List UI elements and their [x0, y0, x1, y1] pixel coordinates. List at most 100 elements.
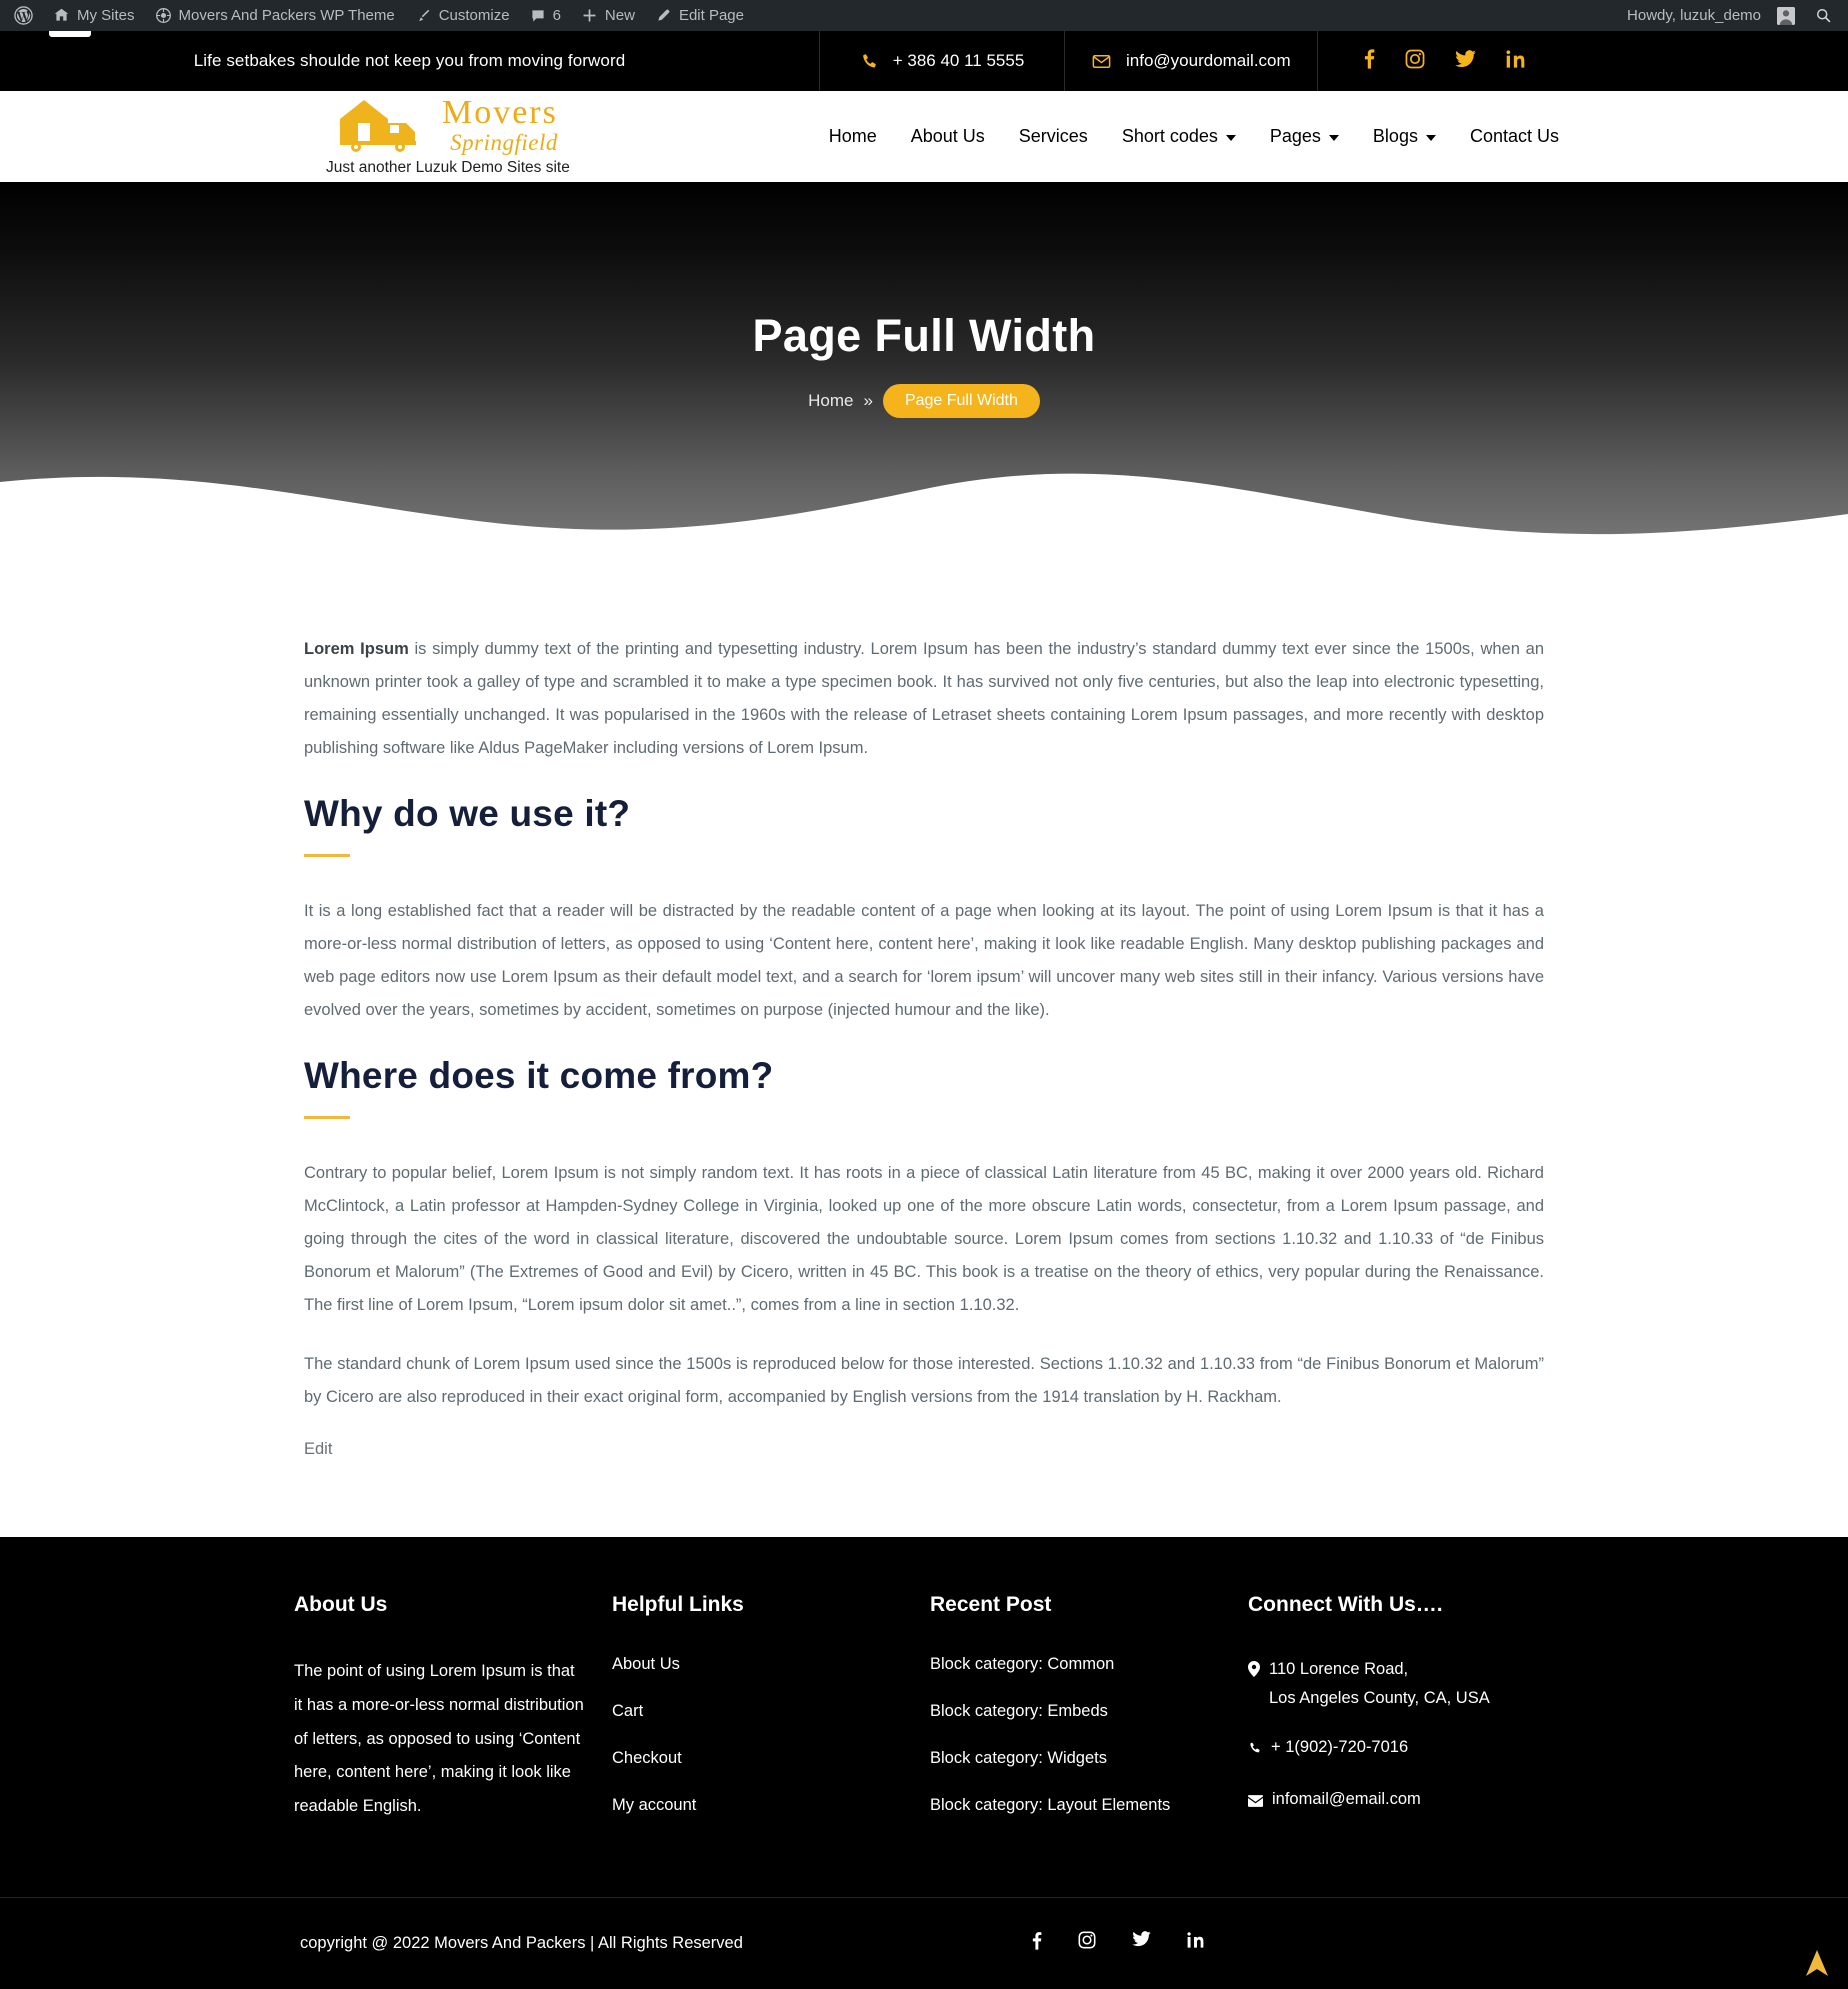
- footer-contact-block: 110 Lorence Road, Los Angeles County, CA…: [1248, 1655, 1566, 1817]
- adminbar-comments[interactable]: 6: [520, 0, 571, 31]
- footer-link-about-us[interactable]: About Us: [612, 1655, 680, 1673]
- footer-post-common[interactable]: Block category: Common: [930, 1655, 1114, 1673]
- edit-page-link[interactable]: Edit: [304, 1440, 332, 1458]
- footer-about-text: The point of using Lorem Ipsum is that i…: [294, 1662, 584, 1816]
- plus-icon: [581, 7, 598, 24]
- footer-column-connect: Connect With Us…. 110 Lorence Road, Los …: [1248, 1593, 1566, 1837]
- social-link-facebook[interactable]: [1364, 48, 1375, 74]
- footer-social-twitter[interactable]: [1132, 1931, 1151, 1955]
- intro-rest-text: is simply dummy text of the printing and…: [304, 640, 1544, 757]
- adminbar-right-group: Howdy, luzuk_demo: [1617, 0, 1848, 31]
- nav-item-short-codes[interactable]: Short codes: [1105, 126, 1253, 147]
- footer-columns: About Us The point of using Lorem Ipsum …: [294, 1593, 1554, 1837]
- facebook-icon: [1364, 48, 1375, 74]
- nav-item-contact-us[interactable]: Contact Us: [1453, 126, 1576, 147]
- footer-post-layout-elements[interactable]: Block category: Layout Elements: [930, 1796, 1170, 1814]
- hero-wave-divider: [0, 473, 1848, 561]
- instagram-icon: [1405, 49, 1425, 74]
- breadcrumb-home-link[interactable]: Home: [808, 391, 853, 411]
- footer-address-line1: 110 Lorence Road,: [1269, 1660, 1409, 1678]
- scroll-to-top-button[interactable]: [1800, 1949, 1834, 1983]
- nav-item-blogs[interactable]: Blogs: [1356, 126, 1453, 147]
- adminbar-new[interactable]: New: [571, 0, 645, 31]
- footer-email[interactable]: infomail@email.com: [1248, 1785, 1566, 1817]
- envelope-icon: [1091, 51, 1112, 72]
- list-item: Checkout: [612, 1749, 930, 1768]
- page-hero-banner: Page Full Width Home » Page Full Width: [0, 182, 1848, 561]
- copyright-text: copyright @ 2022 Movers And Packers | Al…: [300, 1933, 743, 1952]
- adminbar-site-name[interactable]: Movers And Packers WP Theme: [145, 0, 405, 31]
- footer-social-linkedin[interactable]: [1187, 1931, 1204, 1955]
- nav-item-services[interactable]: Services: [1002, 126, 1105, 147]
- footer-link-my-account[interactable]: My account: [612, 1796, 696, 1814]
- sites-icon: [53, 7, 70, 24]
- facebook-icon: [1032, 1931, 1042, 1955]
- list-item: Block category: Embeds: [930, 1702, 1248, 1721]
- footer-recent-list: Block category: Common Block category: E…: [930, 1655, 1248, 1815]
- primary-navigation: Home About Us Services Short codes Pages…: [812, 126, 1576, 147]
- twitter-icon: [1132, 1931, 1151, 1955]
- footer-post-widgets[interactable]: Block category: Widgets: [930, 1749, 1107, 1767]
- social-link-twitter[interactable]: [1454, 49, 1476, 73]
- topbar-tagline: Life setbakes shoulde not keep you from …: [0, 31, 820, 91]
- footer-column-recent-post: Recent Post Block category: Common Block…: [930, 1593, 1248, 1837]
- topbar-email[interactable]: info@yourdomail.com: [1065, 31, 1318, 91]
- intro-paragraph: Lorem Ipsum is simply dummy text of the …: [304, 633, 1544, 765]
- footer-column-about: About Us The point of using Lorem Ipsum …: [294, 1593, 612, 1837]
- footer-bottom-bar: copyright @ 2022 Movers And Packers | Al…: [0, 1896, 1848, 1989]
- adminbar-edit-page[interactable]: Edit Page: [645, 0, 754, 31]
- linkedin-icon: [1187, 1931, 1204, 1955]
- footer-social-links: [1032, 1931, 1204, 1955]
- adminbar-customize[interactable]: Customize: [405, 0, 520, 31]
- pencil-icon: [655, 7, 672, 24]
- linkedin-icon: [1506, 49, 1525, 73]
- adminbar-my-sites[interactable]: My Sites: [43, 0, 145, 31]
- comment-icon: [530, 8, 546, 24]
- wordpress-icon: [14, 6, 33, 25]
- nav-label-about-us: About Us: [910, 126, 985, 146]
- avatar: [1777, 6, 1795, 25]
- nav-item-pages[interactable]: Pages: [1253, 126, 1356, 147]
- footer-address-line2: Los Angeles County, CA, USA: [1269, 1688, 1490, 1707]
- top-info-bar: Life setbakes shoulde not keep you from …: [0, 31, 1848, 91]
- nav-label-services: Services: [1018, 126, 1088, 146]
- paragraph-why: It is a long established fact that a rea…: [304, 902, 1544, 1019]
- nav-item-about-us[interactable]: About Us: [894, 126, 1002, 147]
- site-branding[interactable]: Movers Springfield Just another Luzuk De…: [326, 96, 570, 177]
- instagram-icon: [1078, 1931, 1096, 1955]
- footer-social-instagram[interactable]: [1078, 1931, 1096, 1955]
- footer-phone[interactable]: + 1(902)-720-7016: [1248, 1733, 1566, 1765]
- adminbar-howdy-label: Howdy, luzuk_demo: [1627, 7, 1761, 24]
- adminbar-my-sites-label: My Sites: [77, 7, 135, 24]
- social-link-instagram[interactable]: [1405, 49, 1425, 74]
- site-tagline: Just another Luzuk Demo Sites site: [326, 159, 570, 176]
- list-item: Block category: Common: [930, 1655, 1248, 1674]
- map-pin-icon: [1248, 1658, 1260, 1713]
- nav-label-short-codes: Short codes: [1121, 126, 1218, 146]
- adminbar-search-button[interactable]: [1805, 0, 1842, 31]
- logo-row: Movers Springfield: [338, 96, 558, 154]
- topbar-phone[interactable]: + 386 40 11 5555: [820, 31, 1065, 91]
- adminbar-customize-label: Customize: [438, 7, 510, 24]
- footer-post-embeds[interactable]: Block category: Embeds: [930, 1702, 1108, 1720]
- footer-link-cart[interactable]: Cart: [612, 1702, 643, 1720]
- footer-link-checkout[interactable]: Checkout: [612, 1749, 682, 1767]
- page-content: Lorem Ipsum is simply dummy text of the …: [304, 561, 1544, 1537]
- wp-admin-bar: My Sites Movers And Packers WP Theme Cus…: [0, 0, 1848, 37]
- section-heading-why: Why do we use it?: [304, 793, 631, 834]
- list-item: About Us: [612, 1655, 930, 1674]
- logo-sub-text: Springfield: [450, 130, 558, 155]
- envelope-icon: [1248, 1788, 1263, 1817]
- nav-item-home[interactable]: Home: [812, 126, 894, 147]
- nav-label-home: Home: [828, 126, 877, 146]
- footer-social-facebook[interactable]: [1032, 1931, 1042, 1955]
- site-icon: [155, 7, 172, 24]
- scroll-to-top-icon: [1803, 1948, 1831, 1983]
- footer-helpful-title: Helpful Links: [612, 1593, 744, 1616]
- intro-lead-text: Lorem Ipsum: [304, 640, 409, 658]
- phone-icon: [1248, 1736, 1262, 1765]
- chevron-down-icon: [1328, 134, 1339, 141]
- adminbar-my-account[interactable]: Howdy, luzuk_demo: [1617, 0, 1805, 31]
- social-link-linkedin[interactable]: [1506, 49, 1525, 73]
- adminbar-wordpress-logo[interactable]: [4, 0, 43, 31]
